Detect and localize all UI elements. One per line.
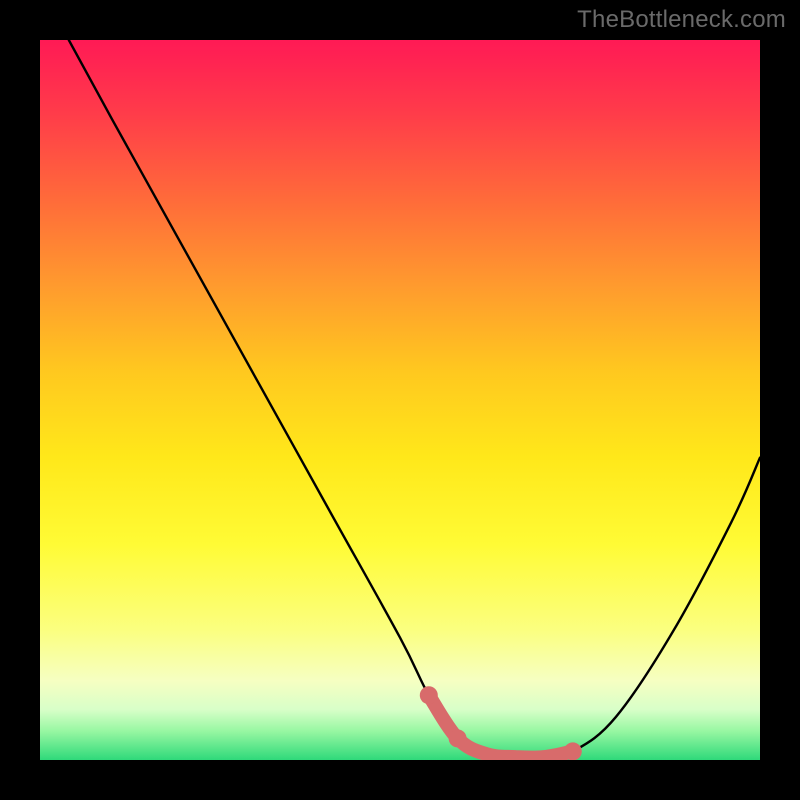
bottleneck-curve-path [69,40,760,758]
plot-area [40,40,760,760]
flat-zone-dot-0 [420,686,438,704]
chart-frame: TheBottleneck.com [0,0,800,800]
flat-zone-dot-2 [564,742,582,760]
flat-zone-dot-1 [449,729,467,747]
chart-svg [40,40,760,760]
flat-zone-highlight-path [429,695,573,758]
watermark-text: TheBottleneck.com [577,6,786,34]
